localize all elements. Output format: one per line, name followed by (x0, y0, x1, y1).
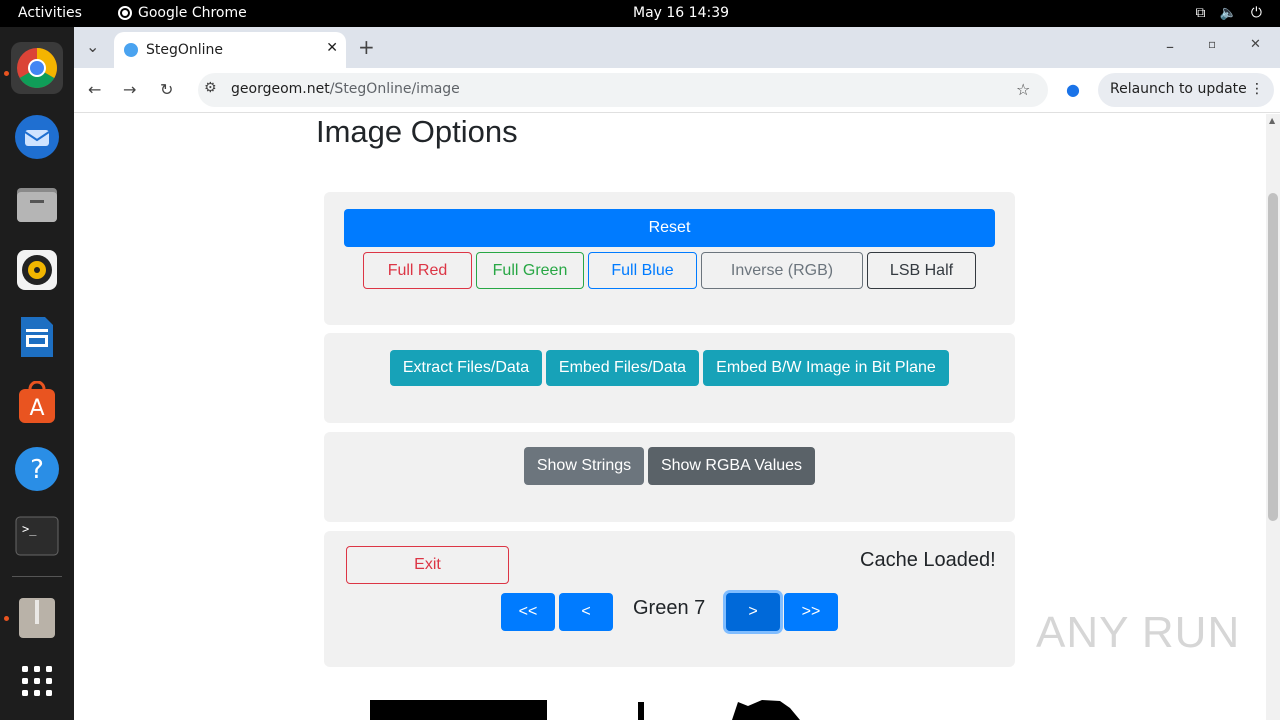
prev-plane-button[interactable]: < (559, 593, 613, 631)
maximize-icon[interactable]: ▫ (1208, 37, 1216, 51)
relaunch-button[interactable]: Relaunch to update ⋮ (1098, 73, 1274, 107)
anyrun-watermark: ANY RUN (1036, 608, 1241, 657)
cache-status: Cache Loaded! (860, 549, 996, 571)
window-close-icon[interactable]: ✕ (1250, 37, 1261, 52)
chrome-icon (17, 48, 57, 88)
chrome-small-icon (118, 6, 132, 20)
rhythmbox-icon (17, 250, 57, 290)
tab-strip: ⌄ StegOnline ✕ + – ▫ ✕ (74, 27, 1280, 68)
reset-button[interactable]: Reset (344, 209, 995, 247)
dock-rhythmbox[interactable] (11, 244, 63, 296)
bookmark-star-icon[interactable]: ☆ (1016, 80, 1030, 99)
app-name: Google Chrome (138, 5, 247, 21)
dock-separator (12, 576, 62, 577)
scrollbar-thumb[interactable] (1268, 193, 1278, 521)
view-options-panel: Show Strings Show RGBA Values (324, 432, 1015, 522)
inverse-rgb-button[interactable]: Inverse (RGB) (701, 252, 863, 289)
running-indicator (4, 71, 9, 76)
page-title: Image Options (316, 114, 518, 149)
dock-files[interactable] (11, 178, 63, 230)
next-plane-button[interactable]: > (726, 593, 780, 631)
scroll-up-icon[interactable]: ▲ (1269, 116, 1275, 125)
lsb-half-button[interactable]: LSB Half (867, 252, 976, 289)
dock-app-center[interactable]: A (11, 377, 63, 429)
embed-files-button[interactable]: Embed Files/Data (546, 350, 699, 386)
tab-close-icon[interactable]: ✕ (326, 40, 338, 56)
extract-files-button[interactable]: Extract Files/Data (390, 350, 542, 386)
app-menu[interactable]: Google Chrome (118, 5, 247, 21)
clock[interactable]: May 16 14:39 (633, 5, 729, 21)
reload-icon[interactable]: ↻ (160, 80, 173, 99)
svg-text:>_: >_ (22, 522, 37, 536)
dock-archive[interactable] (11, 592, 63, 644)
running-indicator (4, 616, 9, 621)
writer-icon (21, 317, 53, 357)
full-green-button[interactable]: Full Green (476, 252, 584, 289)
terminal-icon: >_ (15, 516, 59, 556)
relaunch-label: Relaunch to update (1110, 81, 1247, 97)
first-plane-button[interactable]: << (501, 593, 555, 631)
thunderbird-icon (15, 115, 59, 159)
back-icon[interactable]: ← (88, 80, 101, 99)
tab-title: StegOnline (146, 42, 224, 58)
exit-button[interactable]: Exit (346, 546, 509, 584)
app-center-icon: A (19, 381, 55, 423)
dock-help[interactable]: ? (11, 443, 63, 495)
power-icon: ⏻ (1250, 5, 1262, 21)
show-apps-icon (22, 666, 52, 696)
dock-chrome[interactable] (11, 42, 63, 94)
dock: A ? >_ (0, 27, 74, 720)
tab-search-icon[interactable]: ⌄ (86, 37, 99, 56)
network-icon: ⧉ (1195, 5, 1206, 21)
favicon-icon (124, 43, 138, 57)
show-rgba-button[interactable]: Show RGBA Values (648, 447, 815, 485)
dock-show-apps[interactable] (11, 655, 63, 707)
full-red-button[interactable]: Full Red (363, 252, 472, 289)
page-scrollbar[interactable]: ▲ (1266, 114, 1280, 720)
menu-icon[interactable]: ⋮ (1250, 81, 1264, 97)
tab-stegonline[interactable]: StegOnline ✕ (114, 32, 346, 68)
dock-thunderbird[interactable] (11, 111, 63, 163)
address-bar[interactable]: ⚙ georgeom.net/StegOnline/image ☆ (198, 73, 1048, 107)
data-options-panel: Extract Files/Data Embed Files/Data Embe… (324, 333, 1015, 423)
svg-text:?: ? (30, 455, 44, 485)
files-icon (17, 188, 57, 222)
browser-toolbar: ← → ↻ ⚙ georgeom.net/StegOnline/image ☆ … (74, 68, 1280, 113)
help-icon: ? (15, 447, 59, 491)
volume-icon: 🔈 (1219, 5, 1237, 21)
dock-writer[interactable] (11, 311, 63, 363)
full-blue-button[interactable]: Full Blue (588, 252, 697, 289)
archive-icon (19, 598, 55, 638)
url-host: georgeom.net (231, 81, 330, 97)
url-text: georgeom.net/StegOnline/image (231, 81, 460, 97)
profile-icon[interactable]: ● (1066, 80, 1080, 99)
embed-bw-image-button[interactable]: Embed B/W Image in Bit Plane (703, 350, 949, 386)
image-preview (370, 700, 800, 720)
current-plane-label: Green 7 (633, 597, 706, 619)
minimize-icon[interactable]: – (1166, 37, 1174, 56)
new-tab-icon[interactable]: + (358, 35, 375, 59)
show-strings-button[interactable]: Show Strings (524, 447, 644, 485)
svg-text:A: A (29, 396, 44, 421)
last-plane-button[interactable]: >> (784, 593, 838, 631)
system-top-bar: Activities Google Chrome May 16 14:39 ⧉ … (0, 0, 1280, 27)
dock-terminal[interactable]: >_ (11, 510, 63, 562)
color-options-panel: Reset Full Red Full Green Full Blue Inve… (324, 192, 1015, 325)
site-info-icon[interactable]: ⚙ (204, 80, 217, 96)
navigation-panel: Exit Cache Loaded! << < Green 7 > >> (324, 531, 1015, 667)
url-path: /StegOnline/image (329, 81, 460, 97)
forward-icon[interactable]: → (123, 80, 136, 99)
activities-button[interactable]: Activities (18, 5, 82, 21)
system-tray[interactable]: ⧉ 🔈 ⏻ (1195, 5, 1262, 21)
